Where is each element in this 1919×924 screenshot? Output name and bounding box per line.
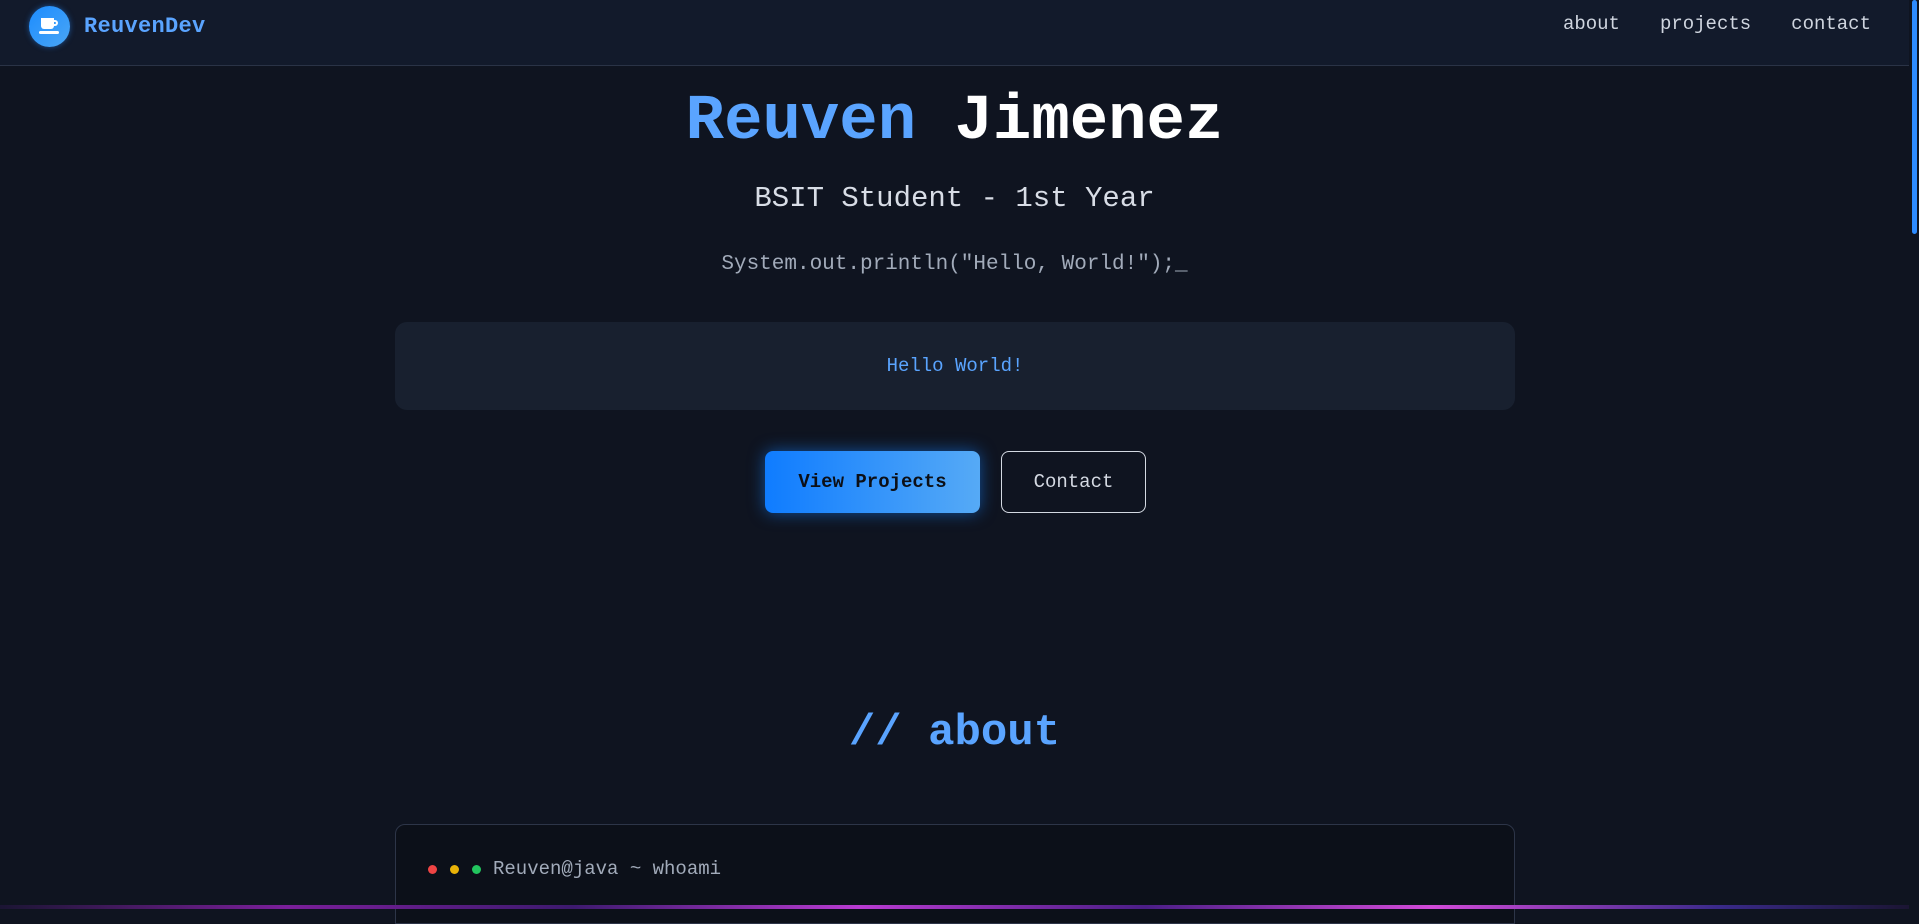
- nav-link-contact[interactable]: contact: [1791, 13, 1871, 35]
- terminal-close-dot-icon: [428, 864, 437, 874]
- coffee-cup-icon: [29, 6, 70, 47]
- typing-code-line: System.out.println("Hello, World!");_: [721, 253, 1188, 276]
- about-section-title: // about: [848, 708, 1061, 758]
- terminal-minimize-dot-icon: [450, 864, 459, 874]
- brand-name: ReuvenDev: [84, 14, 206, 39]
- contact-button[interactable]: Contact: [1001, 451, 1146, 513]
- decorative-gradient-strip: [0, 905, 1909, 909]
- page-scrollbar[interactable]: [1909, 0, 1919, 909]
- brand-link[interactable]: ReuvenDev: [29, 6, 206, 47]
- nav-link-about[interactable]: about: [1563, 13, 1620, 35]
- about-terminal: Reuven@java ~ whoami: [395, 824, 1515, 924]
- terminal-prompt: Reuven@java ~ whoami: [493, 858, 722, 880]
- scrollbar-thumb[interactable]: [1912, 0, 1917, 234]
- nav-link-projects[interactable]: projects: [1660, 13, 1751, 35]
- terminal-header: Reuven@java ~ whoami: [428, 858, 721, 880]
- view-projects-button[interactable]: View Projects: [765, 451, 980, 513]
- hero-subtitle: BSIT Student - 1st Year: [754, 182, 1155, 215]
- hero-title: Reuven Jimenez: [0, 84, 1909, 160]
- code-output-box: Hello World!: [395, 322, 1515, 410]
- code-output-text: Hello World!: [886, 355, 1024, 377]
- terminal-maximize-dot-icon: [472, 864, 481, 874]
- nav-links: about projects contact: [1563, 13, 1871, 35]
- navbar: ReuvenDev about projects contact: [0, 0, 1909, 66]
- hero-first-name: Reuven: [685, 86, 917, 158]
- hero-last-name: Jimenez: [954, 86, 1224, 158]
